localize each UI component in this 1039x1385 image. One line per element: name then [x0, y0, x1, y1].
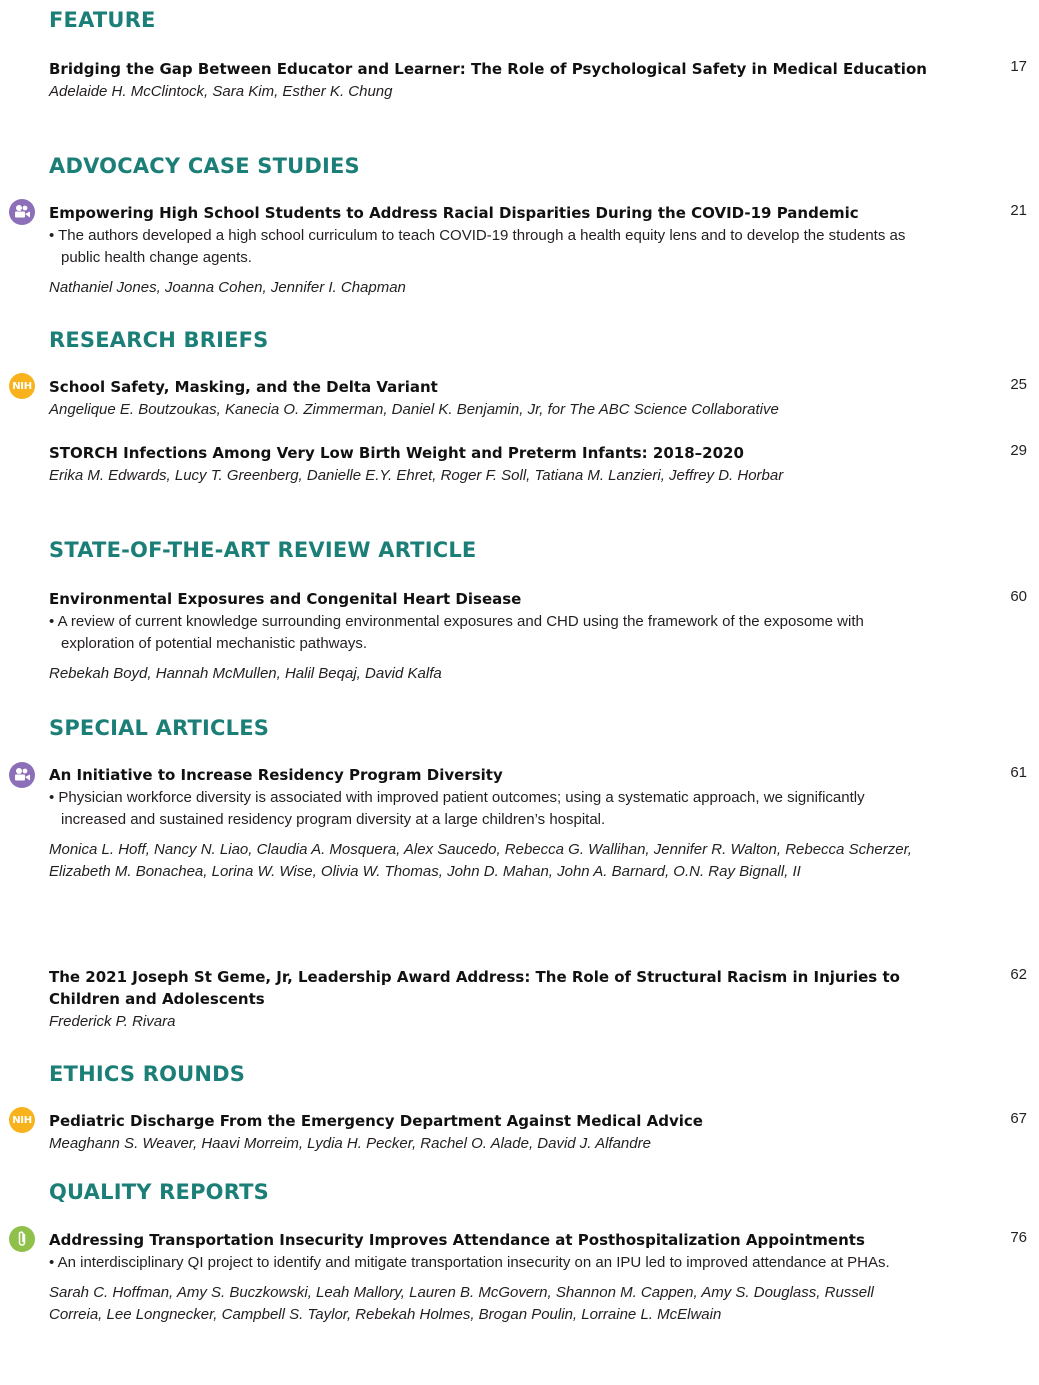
article-summary: • A review of current knowledge surround…: [49, 613, 864, 652]
article-title[interactable]: Bridging the Gap Between Educator and Le…: [49, 58, 939, 80]
page-number: 62: [1010, 966, 1027, 983]
article-summary: • An interdisciplinary QI project to ide…: [49, 1254, 890, 1271]
section-heading-ethics-rounds: ETHICS ROUNDS: [49, 1062, 246, 1086]
article-title[interactable]: An Initiative to Increase Residency Prog…: [49, 764, 939, 786]
page-number: 25: [1010, 376, 1027, 393]
page-number: 60: [1010, 588, 1027, 605]
page-number: 21: [1010, 202, 1027, 219]
nih-icon: NIH: [9, 1107, 35, 1133]
toc-entry[interactable]: Addressing Transportation Insecurity Imp…: [49, 1229, 1039, 1326]
article-authors: Adelaide H. McClintock, Sara Kim, Esther…: [49, 83, 393, 100]
video-camera-icon: [9, 762, 35, 788]
article-title[interactable]: Environmental Exposures and Congenital H…: [49, 588, 939, 610]
toc-entry[interactable]: Empowering High School Students to Addre…: [49, 202, 1039, 299]
nih-icon: NIH: [9, 373, 35, 399]
page-number: 61: [1010, 764, 1027, 781]
toc-entry[interactable]: Environmental Exposures and Congenital H…: [49, 588, 1039, 685]
toc-entry[interactable]: The 2021 Joseph St Geme, Jr, Leadership …: [49, 966, 1039, 1033]
article-authors: Nathaniel Jones, Joanna Cohen, Jennifer …: [49, 279, 406, 296]
section-heading-quality-reports: QUALITY REPORTS: [49, 1180, 269, 1204]
toc-entry[interactable]: Pediatric Discharge From the Emergency D…: [49, 1110, 1039, 1155]
section-heading-research-briefs: RESEARCH BRIEFS: [49, 328, 269, 352]
article-authors: Frederick P. Rivara: [49, 1013, 176, 1030]
nih-icon-label: NIH: [12, 380, 32, 392]
article-authors: Angelique E. Boutzoukas, Kanecia O. Zimm…: [49, 401, 779, 418]
toc-entry[interactable]: STORCH Infections Among Very Low Birth W…: [49, 442, 1039, 487]
section-heading-special-articles: SPECIAL ARTICLES: [49, 716, 270, 740]
page-number: 29: [1010, 442, 1027, 459]
page-number: 76: [1010, 1229, 1027, 1246]
paperclip-icon: [9, 1226, 35, 1252]
video-camera-icon: [9, 199, 35, 225]
article-authors: Monica L. Hoff, Nancy N. Liao, Claudia A…: [49, 841, 912, 880]
article-summary: • Physician workforce diversity is assoc…: [49, 789, 865, 828]
article-title[interactable]: STORCH Infections Among Very Low Birth W…: [49, 442, 939, 464]
article-title[interactable]: Empowering High School Students to Addre…: [49, 202, 939, 224]
article-title[interactable]: Pediatric Discharge From the Emergency D…: [49, 1110, 939, 1132]
article-authors: Rebekah Boyd, Hannah McMullen, Halil Beq…: [49, 665, 442, 682]
toc-entry[interactable]: Bridging the Gap Between Educator and Le…: [49, 58, 1039, 103]
section-heading-advocacy-case-studies: ADVOCACY CASE STUDIES: [49, 154, 360, 178]
article-authors: Erika M. Edwards, Lucy T. Greenberg, Dan…: [49, 467, 784, 484]
article-title[interactable]: Addressing Transportation Insecurity Imp…: [49, 1229, 949, 1251]
article-authors: Meaghann S. Weaver, Haavi Morreim, Lydia…: [49, 1135, 651, 1152]
toc-entry[interactable]: An Initiative to Increase Residency Prog…: [49, 764, 1039, 883]
article-authors: Sarah C. Hoffman, Amy S. Buczkowski, Lea…: [49, 1284, 874, 1323]
article-title[interactable]: The 2021 Joseph St Geme, Jr, Leadership …: [49, 966, 939, 1010]
article-title[interactable]: School Safety, Masking, and the Delta Va…: [49, 376, 939, 398]
page-number: 17: [1010, 58, 1027, 75]
page-number: 67: [1010, 1110, 1027, 1127]
nih-icon-label: NIH: [12, 1114, 32, 1126]
section-heading-feature: FEATURE: [49, 8, 156, 32]
section-heading-state-of-the-art-review: STATE-OF-THE-ART REVIEW ARTICLE: [49, 538, 477, 562]
toc-entry[interactable]: School Safety, Masking, and the Delta Va…: [49, 376, 1039, 421]
article-summary: • The authors developed a high school cu…: [49, 227, 906, 266]
